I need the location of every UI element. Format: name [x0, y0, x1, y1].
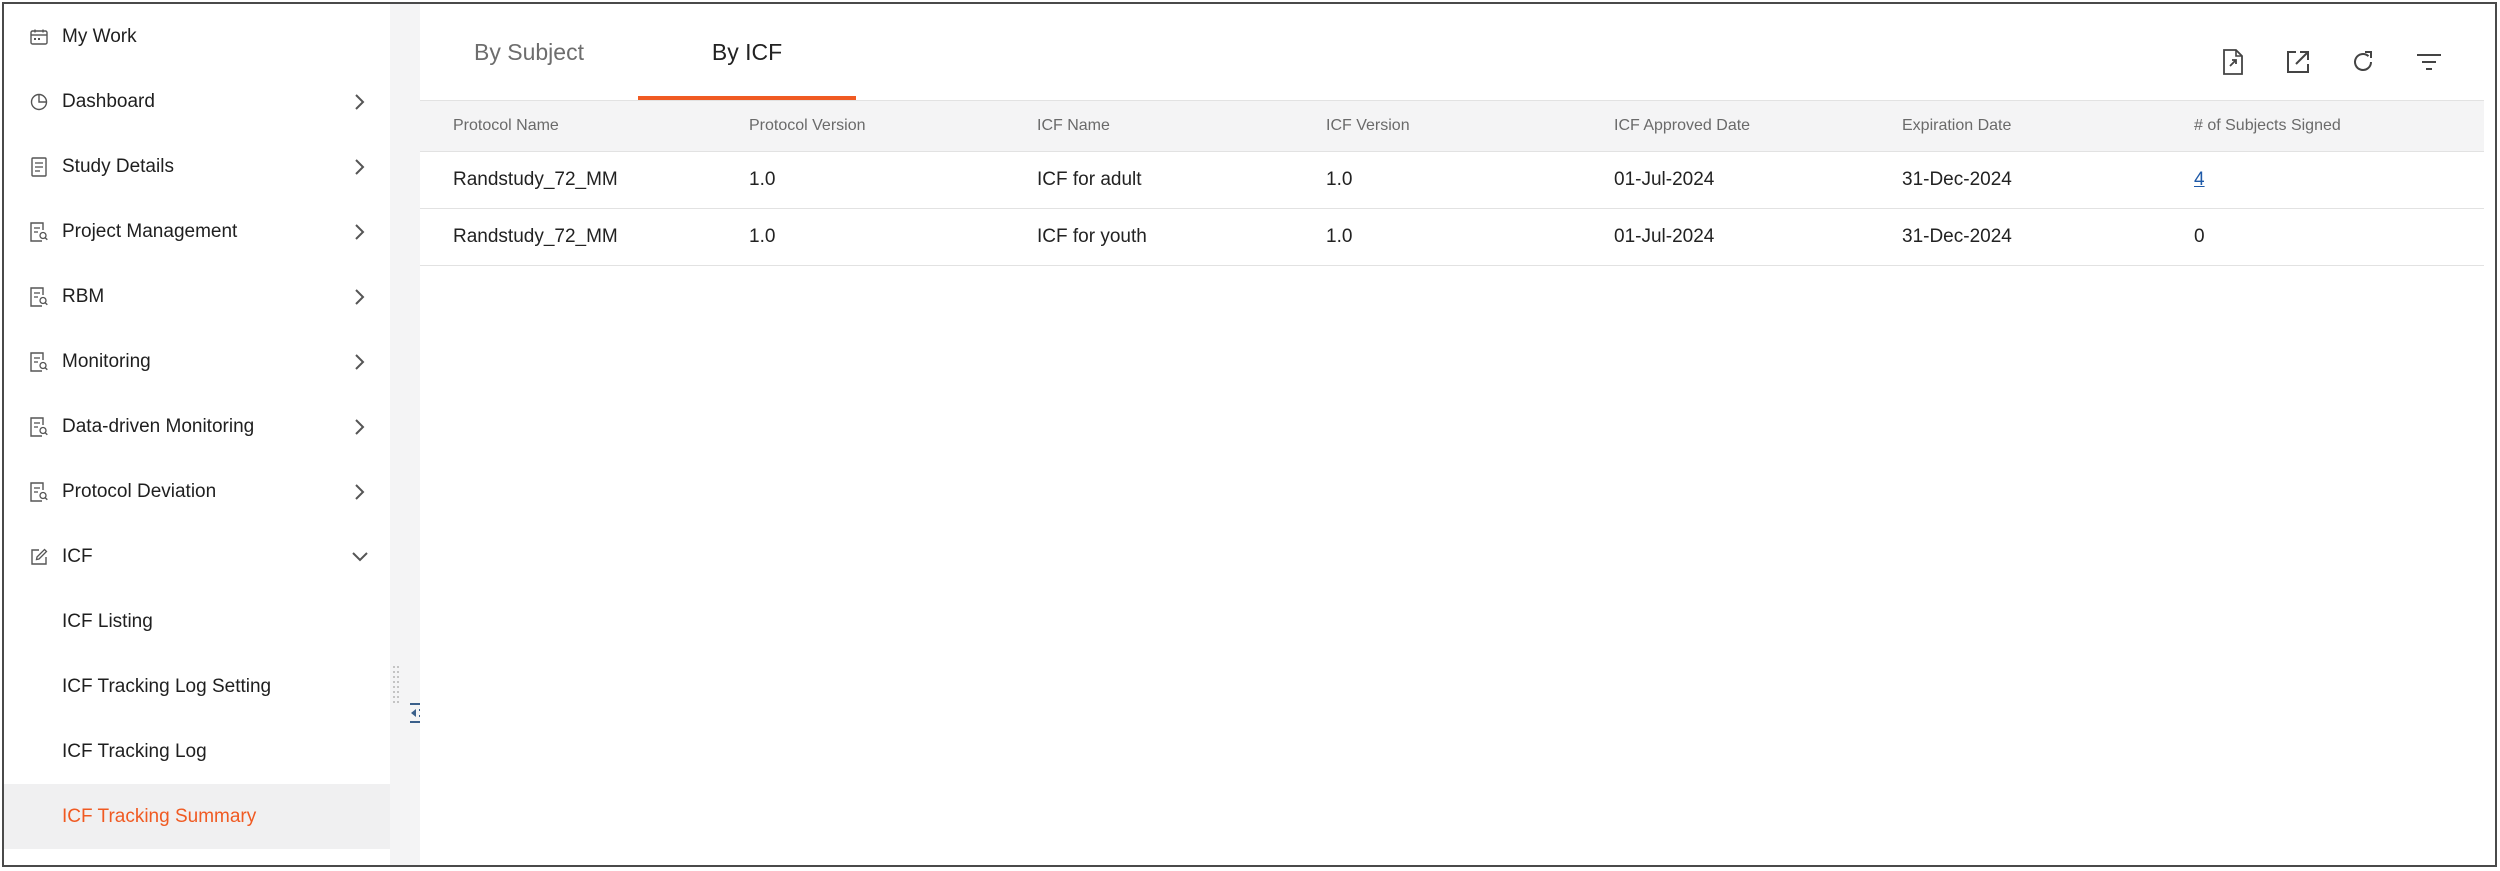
sidebar: My Work Dashboard Study Details Project …: [4, 4, 390, 865]
tab-label: By ICF: [711, 38, 783, 65]
cell-protocol-version: 1.0: [749, 226, 776, 247]
sidebar-item-label: ICF: [62, 545, 93, 567]
cell-icf-version: 1.0: [1326, 169, 1353, 190]
cell-protocol-name: Randstudy_72_MM: [453, 169, 618, 190]
sidebar-subitem-label: ICF Tracking Log Setting: [62, 675, 272, 697]
sidebar-item-my-work[interactable]: My Work: [4, 4, 390, 69]
sidebar-item-label: Study Details: [62, 155, 174, 177]
document-search-icon: [28, 416, 50, 438]
chevron-right-icon: [348, 285, 372, 309]
chevron-down-icon: [348, 545, 372, 569]
cell-expiration-date: 31-Dec-2024: [1902, 169, 2012, 190]
tab-by-icf[interactable]: By ICF: [638, 4, 856, 100]
document-search-icon: [28, 481, 50, 503]
sidebar-item-data-driven-monitoring[interactable]: Data-driven Monitoring: [4, 394, 390, 459]
subjects-signed-link[interactable]: 4: [2194, 152, 2205, 208]
chevron-right-icon: [348, 350, 372, 374]
column-header-icf-version[interactable]: ICF Version: [1326, 101, 1410, 151]
main-content: By Subject By ICF Protocol Name Protocol…: [420, 4, 2495, 865]
app-window: My Work Dashboard Study Details Project …: [2, 2, 2497, 867]
table-header: Protocol Name Protocol Version ICF Name …: [420, 100, 2484, 152]
cell-icf-version: 1.0: [1326, 226, 1353, 247]
calendar-icon: [28, 26, 50, 48]
sidebar-subitem-label: ICF Tracking Log: [62, 740, 207, 762]
open-external-icon[interactable]: [2280, 44, 2316, 80]
sidebar-item-label: Protocol Deviation: [62, 480, 217, 502]
cell-icf-approved-date: 01-Jul-2024: [1614, 169, 1715, 190]
sidebar-item-label: My Work: [62, 25, 137, 47]
column-header-expiration-date[interactable]: Expiration Date: [1902, 101, 2011, 151]
filter-icon[interactable]: [2411, 44, 2447, 80]
document-search-icon: [28, 286, 50, 308]
cell-protocol-name: Randstudy_72_MM: [453, 226, 618, 247]
chevron-right-icon: [348, 90, 372, 114]
cell-expiration-date: 31-Dec-2024: [1902, 226, 2012, 247]
chevron-right-icon: [348, 155, 372, 179]
sidebar-item-icf[interactable]: ICF: [4, 524, 390, 589]
refresh-icon[interactable]: [2345, 44, 2381, 80]
sidebar-subitem-icf-tracking-log[interactable]: ICF Tracking Log: [4, 719, 390, 784]
cell-subjects-signed: 0: [2194, 226, 2205, 247]
table-row[interactable]: Randstudy_72_MM 1.0 ICF for adult 1.0 01…: [420, 152, 2484, 209]
export-document-icon[interactable]: [2215, 44, 2251, 80]
sidebar-item-monitoring[interactable]: Monitoring: [4, 329, 390, 394]
sidebar-item-label: Project Management: [62, 220, 238, 242]
cell-icf-approved-date: 01-Jul-2024: [1614, 226, 1715, 247]
chevron-right-icon: [348, 480, 372, 504]
sidebar-item-dashboard[interactable]: Dashboard: [4, 69, 390, 134]
tab-by-subject[interactable]: By Subject: [420, 4, 638, 100]
sidebar-subitem-label: ICF Listing: [62, 610, 153, 632]
document-icon: [28, 156, 50, 178]
column-header-subjects-signed[interactable]: # of Subjects Signed: [2194, 101, 2341, 151]
document-search-icon: [28, 351, 50, 373]
sidebar-item-study-details[interactable]: Study Details: [4, 134, 390, 199]
column-header-protocol-version[interactable]: Protocol Version: [749, 101, 866, 151]
sidebar-splitter[interactable]: [390, 4, 420, 865]
column-header-icf-approved-date[interactable]: ICF Approved Date: [1614, 101, 1750, 151]
pie-chart-icon: [28, 91, 50, 113]
tab-bar: By Subject By ICF: [420, 4, 2495, 100]
sidebar-item-label: RBM: [62, 285, 105, 307]
toolbar: [2215, 44, 2495, 80]
chevron-right-icon: [348, 415, 372, 439]
chevron-right-icon: [348, 220, 372, 244]
sidebar-subitem-icf-listing[interactable]: ICF Listing: [4, 589, 390, 654]
resize-grip-icon[interactable]: [392, 664, 400, 708]
sidebar-item-label: Monitoring: [62, 350, 151, 372]
sidebar-item-label: Data-driven Monitoring: [62, 415, 255, 437]
sidebar-subitem-label: ICF Tracking Summary: [62, 805, 257, 827]
cell-icf-name: ICF for youth: [1037, 226, 1147, 247]
tab-label: By Subject: [474, 38, 584, 65]
edit-icon: [28, 546, 50, 568]
sidebar-item-rbm[interactable]: RBM: [4, 264, 390, 329]
document-search-icon: [28, 221, 50, 243]
cell-icf-name: ICF for adult: [1037, 169, 1142, 190]
sidebar-subitem-icf-tracking-log-setting[interactable]: ICF Tracking Log Setting: [4, 654, 390, 719]
table-row[interactable]: Randstudy_72_MM 1.0 ICF for youth 1.0 01…: [420, 209, 2484, 266]
sidebar-item-label: Dashboard: [62, 90, 155, 112]
sidebar-item-project-management[interactable]: Project Management: [4, 199, 390, 264]
icf-summary-table: Protocol Name Protocol Version ICF Name …: [420, 100, 2484, 266]
cell-protocol-version: 1.0: [749, 169, 776, 190]
column-header-protocol-name[interactable]: Protocol Name: [453, 101, 559, 151]
sidebar-subitem-icf-tracking-summary[interactable]: ICF Tracking Summary: [4, 784, 390, 849]
sidebar-item-protocol-deviation[interactable]: Protocol Deviation: [4, 459, 390, 524]
column-header-icf-name[interactable]: ICF Name: [1037, 101, 1110, 151]
